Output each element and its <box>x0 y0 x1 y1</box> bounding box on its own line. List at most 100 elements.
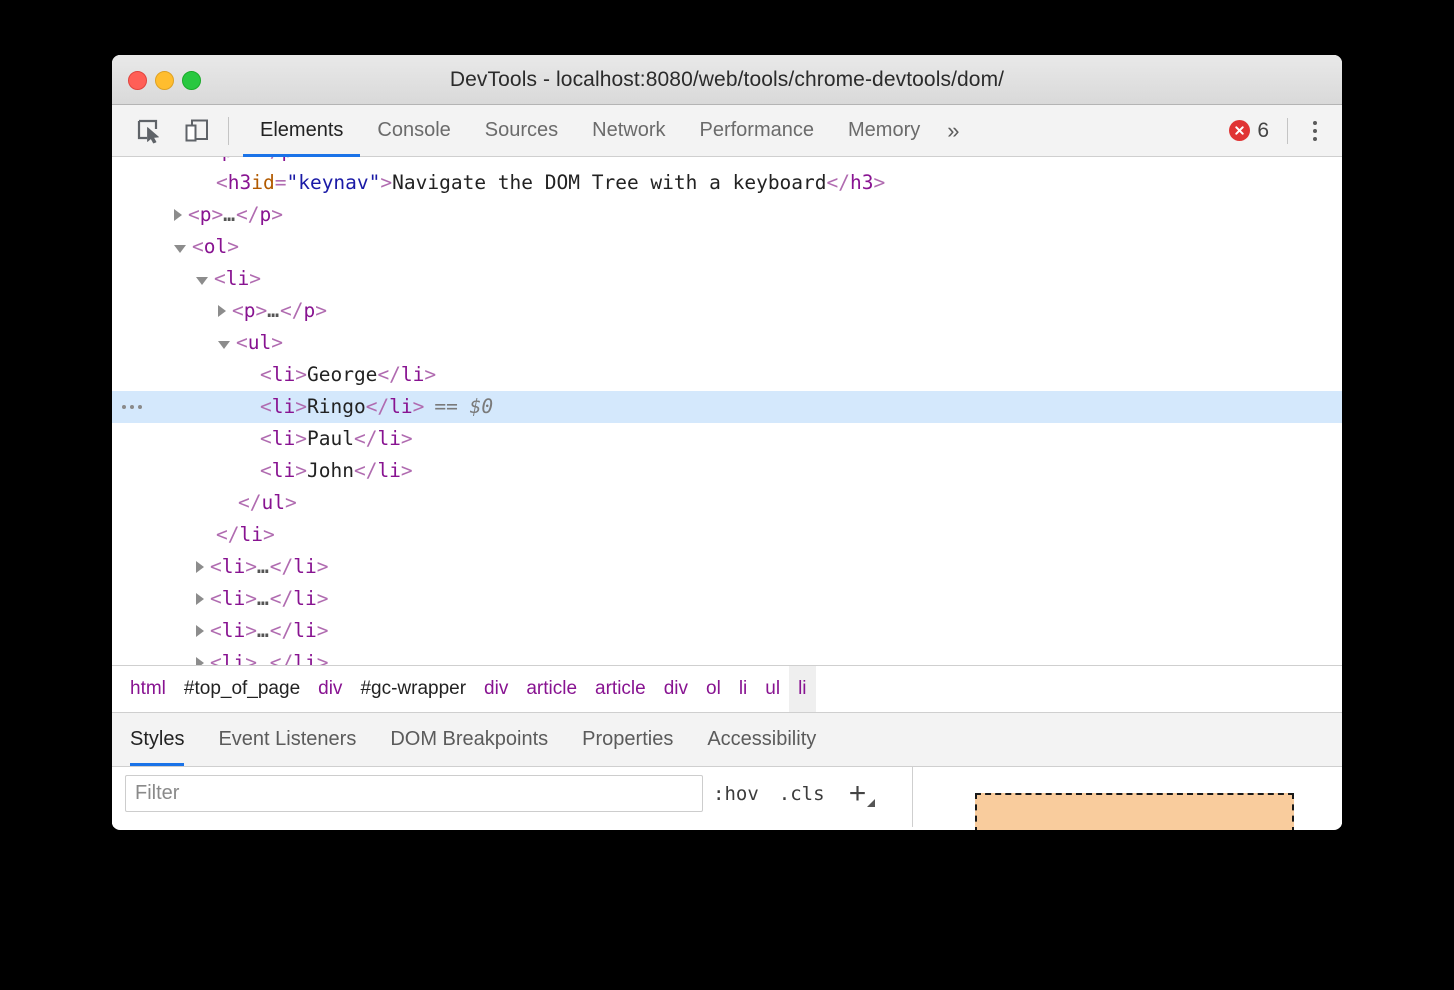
breadcrumb-item-topofpage[interactable]: #top_of_page <box>175 666 309 712</box>
dom-node-row-selected[interactable]: <li>Ringo</li>== $0 <box>112 391 1342 423</box>
box-model-diagram[interactable] <box>975 793 1294 830</box>
dom-node-row[interactable]: <p>…</p> <box>112 199 1342 231</box>
breadcrumb-item-div[interactable]: div <box>475 666 517 712</box>
error-count-badge[interactable]: 6 <box>1229 119 1269 143</box>
token-ell: … <box>257 615 270 647</box>
token-tag: li <box>272 455 295 487</box>
dom-node-content: <ul> <box>218 327 283 359</box>
dom-node-content: <li>…</li> <box>196 647 328 665</box>
token-ell: … <box>257 647 270 665</box>
token-tag: p <box>259 199 271 231</box>
token-br: > <box>256 295 268 327</box>
token-ell: … <box>223 199 236 231</box>
tab-elements[interactable]: Elements <box>243 105 360 157</box>
token-txt: John <box>307 455 354 487</box>
tab-network[interactable]: Network <box>575 105 682 157</box>
dom-node-row[interactable]: <p>…</p> <box>112 157 1342 167</box>
dom-breadcrumb-bar: html#top_of_pagediv#gc-wrapperdivarticle… <box>112 665 1342 712</box>
tab-sources[interactable]: Sources <box>468 105 575 157</box>
token-tag: p <box>200 199 212 231</box>
dom-node-row[interactable]: <li>John</li> <box>112 455 1342 487</box>
dom-tree-rows: <p>…</p><h3 id="keynav">Navigate the DOM… <box>112 157 1342 665</box>
sidebar-tab-styles[interactable]: Styles <box>112 713 201 766</box>
kebab-menu-icon[interactable] <box>1302 114 1328 148</box>
inspect-element-icon[interactable] <box>130 112 168 150</box>
dom-node-row[interactable]: <li> <box>112 263 1342 295</box>
breadcrumb-item-article[interactable]: article <box>586 666 655 712</box>
breadcrumb-item-article[interactable]: article <box>517 666 586 712</box>
token-tag: li <box>272 423 295 455</box>
toolbar-right-group: 6 <box>1229 114 1342 148</box>
sidebar-tab-dom-breakpoints[interactable]: DOM Breakpoints <box>373 713 565 766</box>
sidebar-tab-event-listeners[interactable]: Event Listeners <box>201 713 373 766</box>
token-txt: Ringo <box>307 391 366 423</box>
token-tag: li <box>222 615 245 647</box>
token-br: > <box>424 359 436 391</box>
more-tabs-chevron-icon[interactable]: » <box>937 118 973 144</box>
token-br: < <box>188 199 200 231</box>
expand-triangle-icon[interactable] <box>196 625 204 637</box>
dom-node-content: <p>…</p> <box>174 199 283 231</box>
collapse-triangle-icon[interactable] <box>174 245 186 253</box>
expand-triangle-icon[interactable] <box>218 305 226 317</box>
tab-performance[interactable]: Performance <box>683 105 832 157</box>
token-br: </ <box>270 615 293 647</box>
toolbar-right-divider <box>1287 118 1288 144</box>
breadcrumb-item-li[interactable]: li <box>789 666 815 712</box>
token-br: > <box>295 391 307 423</box>
device-toolbar-icon[interactable] <box>178 112 216 150</box>
token-tag: li <box>226 263 249 295</box>
dom-node-row[interactable]: </li> <box>112 519 1342 551</box>
expand-triangle-icon[interactable] <box>196 561 204 573</box>
dom-node-row[interactable]: <li>…</li> <box>112 615 1342 647</box>
token-tag: ul <box>261 487 284 519</box>
dom-tree-panel[interactable]: <p>…</p><h3 id="keynav">Navigate the DOM… <box>112 157 1342 665</box>
token-br: </ <box>827 167 850 199</box>
token-br: < <box>232 295 244 327</box>
token-br: > <box>317 583 329 615</box>
dom-node-row[interactable]: <ul> <box>112 327 1342 359</box>
collapse-triangle-icon[interactable] <box>196 277 208 285</box>
collapse-triangle-icon[interactable] <box>218 341 230 349</box>
dom-node-content: <p>…</p> <box>196 157 305 167</box>
dom-node-row[interactable]: <li>…</li> <box>112 583 1342 615</box>
token-tag: li <box>239 519 262 551</box>
styles-filter-input[interactable] <box>125 775 703 812</box>
breadcrumb-item-ul[interactable]: ul <box>756 666 789 712</box>
token-br: > <box>249 263 261 295</box>
dom-node-row[interactable]: <li>…</li> <box>112 551 1342 583</box>
new-style-rule-button[interactable]: + <box>835 772 881 815</box>
dom-node-row[interactable]: <li>George</li> <box>112 359 1342 391</box>
element-classes-cls-button[interactable]: .cls <box>769 783 835 805</box>
breadcrumb-item-li[interactable]: li <box>730 666 756 712</box>
force-state-hov-button[interactable]: :hov <box>703 783 769 805</box>
styles-sidebar-tabs: StylesEvent ListenersDOM BreakpointsProp… <box>112 712 1342 767</box>
dom-node-row[interactable]: <li>Paul</li> <box>112 423 1342 455</box>
dom-node-row[interactable]: <li>…</li> <box>112 647 1342 665</box>
expand-triangle-icon[interactable] <box>174 209 182 221</box>
dom-node-row[interactable]: <h3 id="keynav">Navigate the DOM Tree wi… <box>112 167 1342 199</box>
breadcrumb-item-html[interactable]: html <box>112 666 175 712</box>
breadcrumb-item-div[interactable]: div <box>655 666 697 712</box>
dropdown-corner-icon <box>867 799 875 807</box>
sidebar-tab-properties[interactable]: Properties <box>565 713 690 766</box>
styles-pane: :hov .cls + <box>112 767 913 827</box>
token-tag: li <box>293 583 316 615</box>
token-br: </ <box>270 647 293 665</box>
tab-memory[interactable]: Memory <box>831 105 937 157</box>
dom-node-row[interactable]: <p>…</p> <box>112 295 1342 327</box>
tab-console[interactable]: Console <box>360 105 467 157</box>
dom-node-content: </ul> <box>218 487 297 519</box>
token-br: < <box>260 423 272 455</box>
node-overflow-dots-icon[interactable] <box>122 391 142 423</box>
breadcrumb-item-ol[interactable]: ol <box>697 666 730 712</box>
expand-triangle-icon[interactable] <box>196 593 204 605</box>
token-tag: li <box>272 359 295 391</box>
breadcrumb-item-div[interactable]: div <box>309 666 351 712</box>
expand-triangle-icon[interactable] <box>196 657 204 665</box>
dom-node-row[interactable]: <ol> <box>112 231 1342 263</box>
sidebar-tab-accessibility[interactable]: Accessibility <box>690 713 833 766</box>
breadcrumb-item-gc-wrapper[interactable]: #gc-wrapper <box>351 666 475 712</box>
dom-node-row[interactable]: </ul> <box>112 487 1342 519</box>
tab-console-label: Console <box>377 119 450 142</box>
